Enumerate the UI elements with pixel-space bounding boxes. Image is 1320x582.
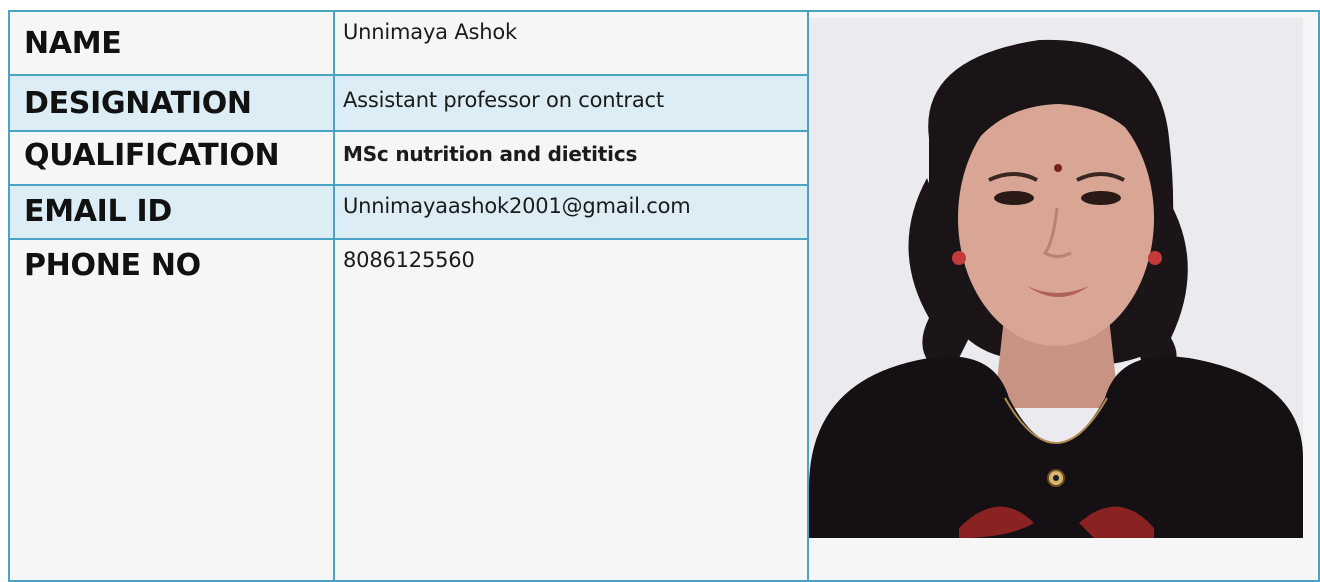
- phone-value: 8086125560: [343, 248, 475, 272]
- phone-label: PHONE NO: [24, 248, 201, 283]
- profile-card: NAME Unnimaya Ashok DESIGNATION Assistan…: [0, 0, 1320, 582]
- email-label: EMAIL ID: [24, 194, 172, 229]
- phone-label-cell: PHONE NO: [8, 238, 335, 582]
- email-value: Unnimayaashok2001@gmail.com: [343, 194, 691, 218]
- email-label-cell: EMAIL ID: [8, 184, 335, 240]
- designation-value-cell: Assistant professor on contract: [333, 74, 809, 132]
- qualification-value-cell: MSc nutrition and dietitics: [333, 130, 809, 186]
- qualification-label: QUALIFICATION: [24, 138, 280, 173]
- qualification-value: MSc nutrition and dietitics: [343, 142, 638, 166]
- email-value-cell: Unnimayaashok2001@gmail.com: [333, 184, 809, 240]
- designation-value: Assistant professor on contract: [343, 88, 664, 112]
- photo-cell: [807, 10, 1320, 582]
- designation-label-cell: DESIGNATION: [8, 74, 335, 132]
- profile-photo: [809, 18, 1303, 538]
- name-value: Unnimaya Ashok: [343, 20, 517, 44]
- name-value-cell: Unnimaya Ashok: [333, 10, 809, 76]
- name-label: NAME: [24, 26, 122, 61]
- profile-table: NAME Unnimaya Ashok DESIGNATION Assistan…: [8, 10, 1320, 582]
- phone-value-cell: 8086125560: [333, 238, 809, 582]
- name-label-cell: NAME: [8, 10, 335, 76]
- qualification-label-cell: QUALIFICATION: [8, 130, 335, 186]
- designation-label: DESIGNATION: [24, 86, 252, 121]
